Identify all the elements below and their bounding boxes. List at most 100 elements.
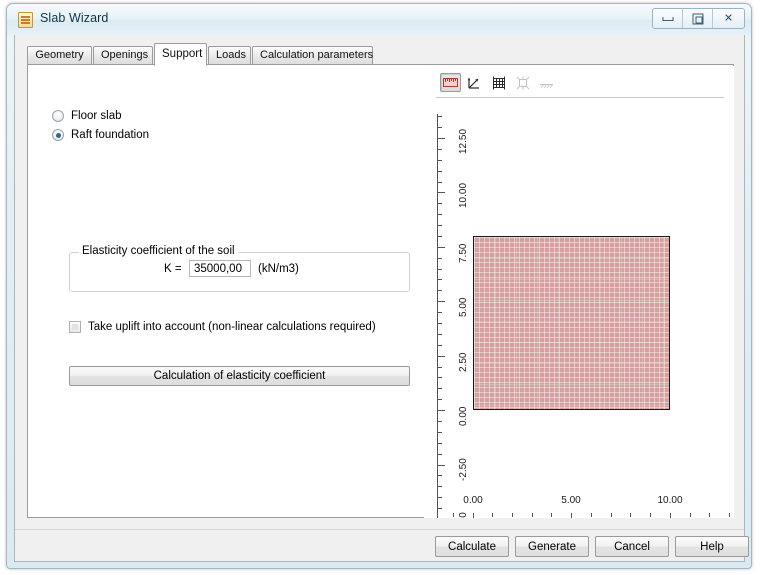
x-minor-tick [650,513,651,517]
x-minor-tick [453,513,454,517]
support-hatch-icon[interactable] [536,73,557,92]
client-area: Geometry Openings Support Loads Calculat… [14,35,749,562]
footer-separator [15,529,744,530]
x-minor-tick [630,513,631,517]
y-major-tick [438,356,445,357]
axes-icon[interactable] [464,73,485,92]
y-minor-tick [438,508,442,509]
radio-floor-slab-indicator [52,110,64,122]
y-axis-label: 0.00 [458,406,469,426]
k-unit-label: (kN/m3) [258,263,299,275]
x-minor-tick [729,513,730,517]
help-button[interactable]: Help [675,536,749,557]
x-axis-label: 0.00 [463,495,483,506]
support-tab-page: Floor slab Raft foundation Elasticity co… [27,64,734,518]
tab-geometry[interactable]: Geometry [27,46,92,65]
slab-wizard-window: Slab Wizard ✕ Geometry Openings Support … [6,3,752,569]
y-axis-label: 5.00 [458,297,469,317]
maximize-button[interactable] [683,9,713,28]
y-minor-tick [438,443,442,444]
y-minor-tick [438,497,442,498]
y-minor-tick [438,475,442,476]
generate-button[interactable]: Generate [515,536,589,557]
x-minor-tick [551,513,552,517]
drawing-panel: -5.00 -2.50 0.00 2.50 5.00 7.50 10.00 12.50 0.0… [424,66,734,518]
y-minor-tick [438,334,442,335]
y-minor-tick [438,279,442,280]
y-axis-label: 12.50 [458,128,469,154]
window-title: Slab Wizard [40,11,109,25]
y-minor-tick [438,116,442,117]
y-major-tick [438,247,445,248]
ruler-icon[interactable] [440,73,461,92]
y-axis-label: 10.00 [458,182,469,208]
y-axis-line [437,114,438,518]
y-minor-tick [438,290,442,291]
y-minor-tick [438,377,442,378]
y-minor-tick [438,388,442,389]
drawing-toolbar [440,73,557,92]
radio-raft-foundation-label: Raft foundation [71,129,150,141]
y-minor-tick [438,214,442,215]
elasticity-group-title: Elasticity coefficient of the soil [79,245,238,257]
y-minor-tick [438,345,442,346]
snap-icon[interactable] [512,73,533,92]
y-minor-tick [438,149,442,150]
cancel-button[interactable]: Cancel [595,536,669,557]
uplift-checkbox-label: Take uplift into account (non-linear cal… [88,321,376,333]
tab-calculation-parameters[interactable]: Calculation parameters [252,46,373,65]
calculate-button[interactable]: Calculate [435,536,509,557]
x-major-tick [473,513,474,518]
radio-raft-foundation[interactable]: Raft foundation [52,129,149,141]
y-minor-tick [438,421,442,422]
y-axis-label: 2.50 [458,352,469,372]
tab-openings[interactable]: Openings [93,46,153,65]
close-icon: ✕ [723,12,734,24]
x-minor-tick [492,513,493,517]
y-major-tick [438,301,445,302]
minimize-button[interactable] [653,9,683,28]
x-major-tick [670,513,671,518]
close-button[interactable]: ✕ [713,9,744,28]
window-controls: ✕ [652,8,745,29]
y-minor-tick [438,367,442,368]
y-major-tick [438,410,445,411]
y-major-tick [438,138,445,139]
x-minor-tick [690,513,691,517]
y-minor-tick [438,203,442,204]
y-minor-tick [438,269,442,270]
y-minor-tick [438,127,442,128]
tab-strip: Geometry Openings Support Loads Calculat… [27,43,734,66]
y-minor-tick [438,171,442,172]
y-major-tick [438,465,445,466]
calculation-of-elasticity-coefficient-button[interactable]: Calculation of elasticity coefficient [69,366,410,386]
y-minor-tick [438,323,442,324]
tab-support[interactable]: Support [154,43,207,66]
uplift-checkbox-indicator [69,321,81,333]
x-axis-label: 10.00 [657,495,683,506]
y-axis-label: -5.00 [458,512,469,518]
y-minor-tick [438,160,442,161]
tab-loads[interactable]: Loads [208,46,251,65]
k-value-input[interactable] [189,260,251,277]
y-minor-tick [438,432,442,433]
y-minor-tick [438,486,442,487]
y-axis-label: -2.50 [458,458,469,481]
y-minor-tick [438,225,442,226]
title-bar: Slab Wizard ✕ [7,4,751,35]
x-minor-tick [709,513,710,517]
slab-rectangle[interactable] [472,235,670,411]
x-minor-tick [512,513,513,517]
y-minor-tick [438,454,442,455]
k-label: K = [164,263,182,275]
y-minor-tick [438,258,442,259]
x-axis-label: 5.00 [561,495,581,506]
grid-icon[interactable] [488,73,509,92]
uplift-checkbox-row[interactable]: Take uplift into account (non-linear cal… [69,321,376,333]
document-icon [18,12,33,28]
y-minor-tick [438,182,442,183]
x-minor-tick [532,513,533,517]
x-minor-tick [611,513,612,517]
radio-floor-slab-label: Floor slab [71,110,122,122]
radio-floor-slab[interactable]: Floor slab [52,110,122,122]
